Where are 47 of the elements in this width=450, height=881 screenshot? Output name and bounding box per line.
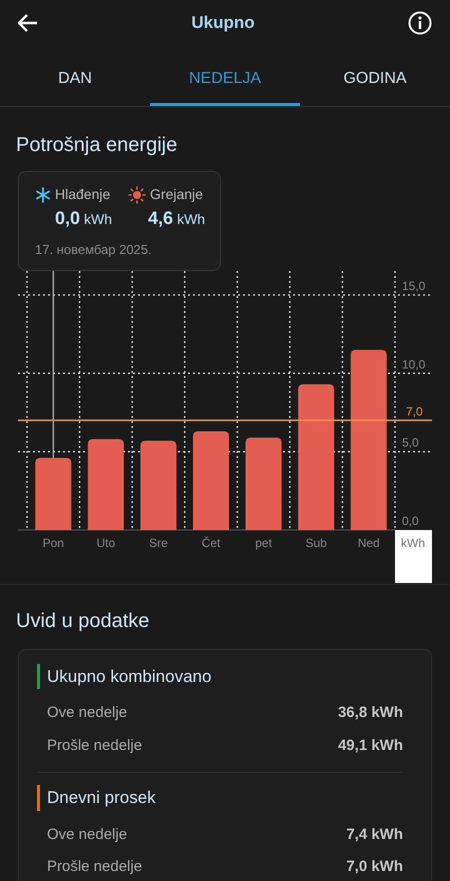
back-icon[interactable] [18,14,38,32]
axis-tick-label: 0,0 [402,514,419,528]
row-value: 7,0 kWh [346,857,403,877]
value-text: 0,0 [55,207,80,230]
axis-label: Čet [202,536,220,550]
row-label: Ove nedelje [47,703,128,723]
sun-icon [128,186,146,204]
axis-label: Sub [305,536,327,550]
row-value: 36,8 kWh [338,703,403,723]
axis-tick-label: 15,0 [402,278,426,292]
reference-label: 7,0 [406,404,423,418]
row-value: 49,1 kWh [338,736,403,756]
section-title: Uvid u podatke [16,608,150,632]
screen-title: Ukupno [191,12,255,34]
row-value: 7,4 kWh [346,824,403,844]
tab[interactable]: GODINA [300,45,450,106]
bar[interactable] [350,349,387,530]
snowflake-icon [35,186,51,202]
legend-label: Hlađenje [55,185,110,204]
axis-unit-label: kWh [401,536,425,550]
axis-label: pet [255,536,272,550]
bar[interactable] [140,440,176,530]
tab[interactable]: DAN [0,45,150,106]
axis-tick-label: 5,0 [402,435,419,450]
info-icon[interactable] [408,10,432,34]
date-text: 17. новембар 2025. [35,241,153,259]
row-label: Prošle nedelje [47,736,142,756]
axis-label: Pon [42,536,64,550]
axis-label: Ned [358,536,380,550]
row-label: Prošle nedelje [47,857,142,877]
legend-label: Grejanje [150,185,203,204]
group-title: Dnevni prosek [37,785,403,810]
section-title: Potrošnja energije [16,133,178,157]
bar[interactable] [88,438,124,530]
unit-text: kWh [177,210,206,229]
group-title: Ukupno kombinovano [37,664,403,689]
bar[interactable] [298,384,334,530]
axis-tick-label: 10,0 [402,356,426,371]
unit-text: kWh [84,210,112,229]
unit-label-background [395,530,432,582]
tab[interactable]: NEDELJA [150,45,300,106]
bar[interactable] [35,457,72,530]
bar[interactable] [246,437,282,530]
row-label: Ove nedelje [47,824,128,844]
axis-label: Uto [96,536,116,550]
value-text: 4,6 [148,207,174,230]
axis-label: Sre [149,536,168,550]
